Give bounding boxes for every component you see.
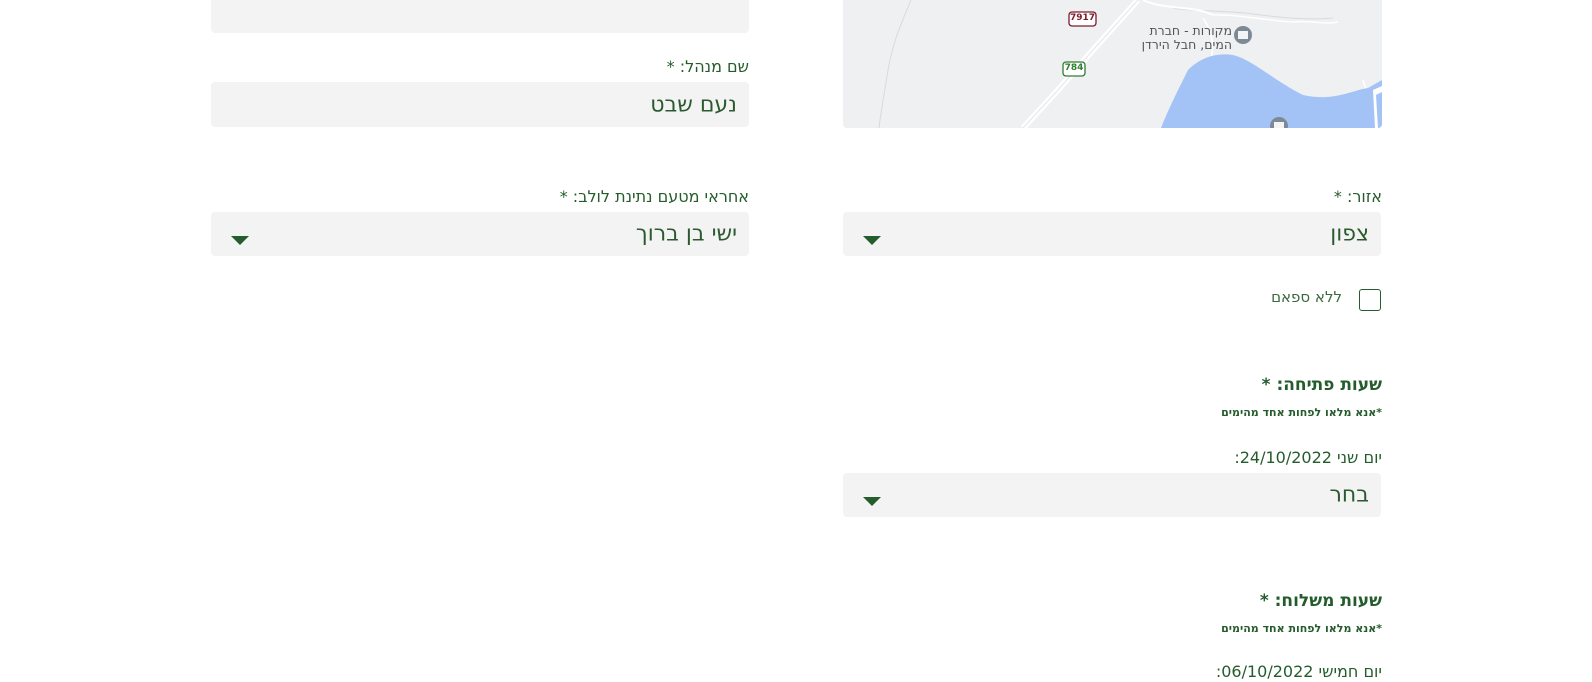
opening-day-label: יום שני 24/10/2022:	[1234, 448, 1382, 467]
opening-hours-title: שעות פתיחה: *	[1261, 375, 1382, 395]
opening-day-select-value: בחר	[1329, 482, 1369, 508]
road-shield-7917: 7917	[1069, 13, 1096, 23]
location-map[interactable]: 7917 784 מקורות - חברת המים, חבל הירדן	[843, 0, 1382, 128]
delivery-hours-hint: *אנא מלאו לפחות אחד מהימים	[1221, 622, 1382, 635]
manager-name-value: נעם שבט	[650, 92, 737, 117]
map-graphic	[843, 0, 1382, 128]
manager-name-label: שם מנהל: *	[666, 57, 749, 76]
road-shield-784: 784	[1064, 63, 1084, 73]
delivery-day-label: יום חמישי 06/10/2022:	[1215, 662, 1382, 681]
responsible-select[interactable]: ישי בן ברוך	[211, 212, 749, 256]
region-select-value: צפון	[1330, 221, 1369, 247]
top-partial-field[interactable]	[211, 0, 749, 33]
chevron-down-icon	[863, 497, 881, 506]
responsible-label: אחראי מטעם נתינת לולב: *	[559, 187, 749, 206]
region-label: אזור: *	[1333, 187, 1382, 206]
no-supplier-label: ללא ספאם	[1271, 288, 1342, 306]
map-place-label-line2: המים, חבל הירדן	[1141, 37, 1232, 52]
opening-day-select[interactable]: בחר	[843, 473, 1381, 517]
responsible-select-value: ישי בן ברוך	[635, 221, 737, 247]
delivery-hours-title: שעות משלוח: *	[1259, 591, 1382, 611]
opening-hours-hint: *אנא מלאו לפחות אחד מהימים	[1221, 406, 1382, 419]
chevron-down-icon	[231, 236, 249, 245]
no-supplier-checkbox[interactable]	[1359, 289, 1381, 311]
map-place-label-line1: מקורות - חברת	[1149, 23, 1232, 38]
region-select[interactable]: צפון	[843, 212, 1381, 256]
chevron-down-icon	[863, 236, 881, 245]
manager-name-input[interactable]: נעם שבט	[211, 82, 749, 127]
map-place-label: מקורות - חברת המים, חבל הירדן	[1142, 24, 1232, 52]
